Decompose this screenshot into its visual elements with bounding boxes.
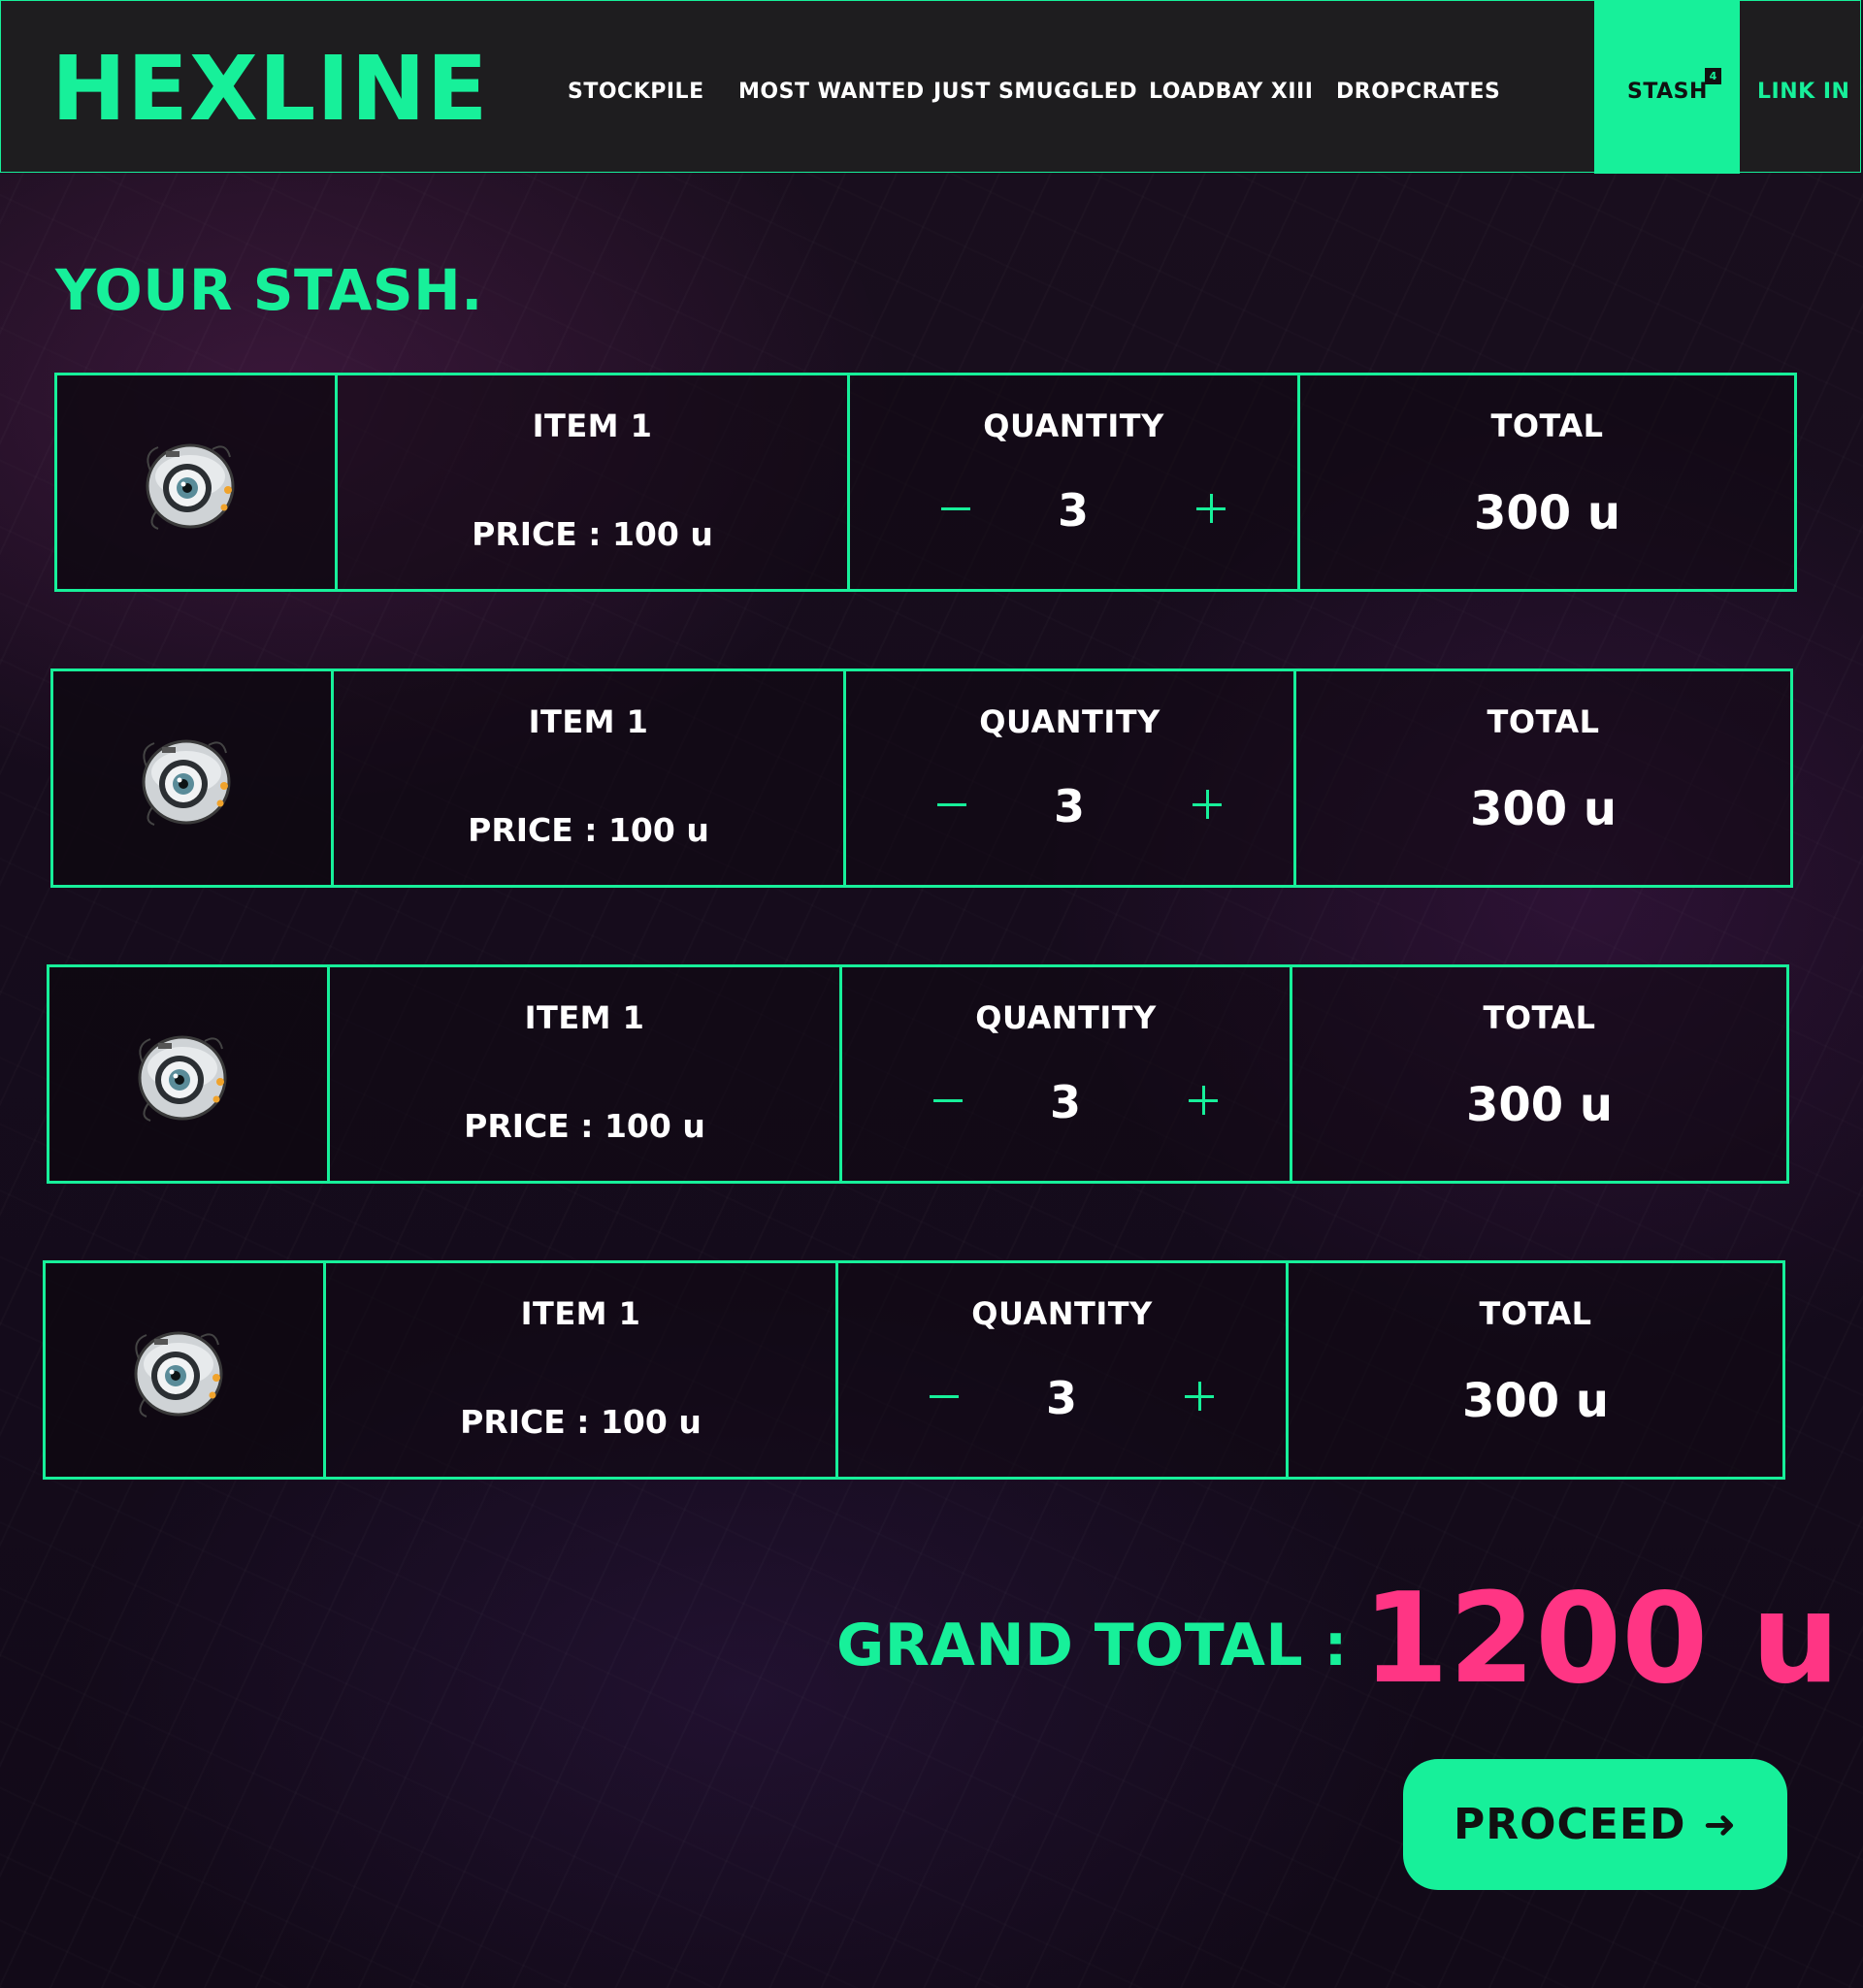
item-image-cell [49, 967, 330, 1181]
stash-count-badge: 4 [1705, 68, 1721, 84]
quantity-header: QUANTITY [983, 407, 1164, 444]
page-title: YOUR STASH. [55, 257, 483, 323]
quantity-value: 3 [1053, 780, 1085, 832]
item-info-cell: ITEM 1 PRICE : 100 u [326, 1263, 838, 1477]
item-info-cell: ITEM 1 PRICE : 100 u [338, 375, 850, 589]
total-cell: TOTAL 300 u [1292, 967, 1786, 1181]
brand-logo[interactable]: HEXLINE [51, 36, 488, 143]
proceed-button[interactable]: PROCEED ➜ [1403, 1759, 1787, 1890]
item-price: PRICE : 100 u [468, 811, 709, 849]
cart-row: ITEM 1 PRICE : 100 u QUANTITY 3 TOTAL 30… [47, 964, 1789, 1184]
robot-eye-drone-icon[interactable] [129, 1024, 236, 1130]
nav-link-most-wanted[interactable]: MOST WANTED [738, 79, 925, 106]
item-name: ITEM 1 [524, 999, 645, 1036]
item-name: ITEM 1 [528, 703, 649, 740]
item-image-cell [46, 1263, 326, 1477]
item-total-value: 300 u [1473, 486, 1621, 540]
nav-link-loadbay[interactable]: LOADBAY XIII [1149, 79, 1313, 106]
increase-quantity-button[interactable] [1183, 1380, 1216, 1413]
item-price: PRICE : 100 u [460, 1403, 702, 1441]
quantity-value: 3 [1057, 484, 1089, 537]
total-cell: TOTAL 300 u [1300, 375, 1794, 589]
total-header: TOTAL [1479, 1295, 1592, 1332]
nav-link-just-smuggled[interactable]: JUST SMUGGLED [933, 79, 1137, 106]
increase-quantity-button[interactable] [1191, 788, 1224, 821]
quantity-cell: QUANTITY 3 [850, 375, 1300, 589]
quantity-header: QUANTITY [979, 703, 1160, 740]
arrow-right-icon: ➜ [1703, 1802, 1737, 1847]
quantity-value: 3 [1049, 1076, 1081, 1128]
item-image-cell [57, 375, 338, 589]
cart-row: ITEM 1 PRICE : 100 u QUANTITY 3 TOTAL 30… [54, 373, 1797, 592]
item-info-cell: ITEM 1 PRICE : 100 u [334, 671, 846, 885]
item-image-cell [53, 671, 334, 885]
increase-quantity-button[interactable] [1194, 492, 1227, 525]
nav-stash-label: STASH [1627, 80, 1708, 104]
cart-row: ITEM 1 PRICE : 100 u QUANTITY 3 TOTAL 30… [43, 1260, 1785, 1480]
quantity-header: QUANTITY [975, 999, 1157, 1036]
total-header: TOTAL [1483, 999, 1596, 1036]
total-header: TOTAL [1490, 407, 1604, 444]
quantity-cell: QUANTITY 3 [838, 1263, 1289, 1477]
quantity-header: QUANTITY [971, 1295, 1153, 1332]
grand-total-value: 1200 u [1362, 1567, 1840, 1711]
decrease-quantity-button[interactable] [932, 1084, 964, 1117]
nav-link-stockpile[interactable]: STOCKPILE [568, 79, 704, 106]
nav-login-link[interactable]: LINK IN [1757, 79, 1849, 106]
quantity-cell: QUANTITY 3 [846, 671, 1296, 885]
quantity-cell: QUANTITY 3 [842, 967, 1292, 1181]
total-cell: TOTAL 300 u [1289, 1263, 1782, 1477]
robot-eye-drone-icon[interactable] [125, 1320, 232, 1426]
total-header: TOTAL [1487, 703, 1600, 740]
item-total-value: 300 u [1465, 1078, 1614, 1132]
item-name: ITEM 1 [532, 407, 653, 444]
item-total-value: 300 u [1469, 782, 1618, 836]
quantity-value: 3 [1045, 1372, 1077, 1424]
total-cell: TOTAL 300 u [1296, 671, 1790, 885]
nav-stash-button[interactable]: STASH 4 [1594, 1, 1740, 174]
item-total-value: 300 u [1461, 1374, 1610, 1428]
decrease-quantity-button[interactable] [928, 1380, 961, 1413]
item-price: PRICE : 100 u [464, 1107, 705, 1145]
top-navbar: HEXLINE STOCKPILE MOST WANTED JUST SMUGG… [0, 0, 1861, 174]
robot-eye-drone-icon[interactable] [133, 728, 240, 834]
item-name: ITEM 1 [520, 1295, 641, 1332]
cart-row: ITEM 1 PRICE : 100 u QUANTITY 3 TOTAL 30… [50, 668, 1793, 888]
increase-quantity-button[interactable] [1187, 1084, 1220, 1117]
proceed-label: PROCEED [1454, 1800, 1686, 1849]
nav-link-dropcrates[interactable]: DROPCRATES [1336, 79, 1500, 106]
decrease-quantity-button[interactable] [939, 492, 972, 525]
grand-total-label: GRAND TOTAL : [836, 1612, 1349, 1679]
robot-eye-drone-icon[interactable] [137, 432, 244, 538]
item-price: PRICE : 100 u [472, 515, 713, 553]
decrease-quantity-button[interactable] [935, 788, 968, 821]
item-info-cell: ITEM 1 PRICE : 100 u [330, 967, 842, 1181]
